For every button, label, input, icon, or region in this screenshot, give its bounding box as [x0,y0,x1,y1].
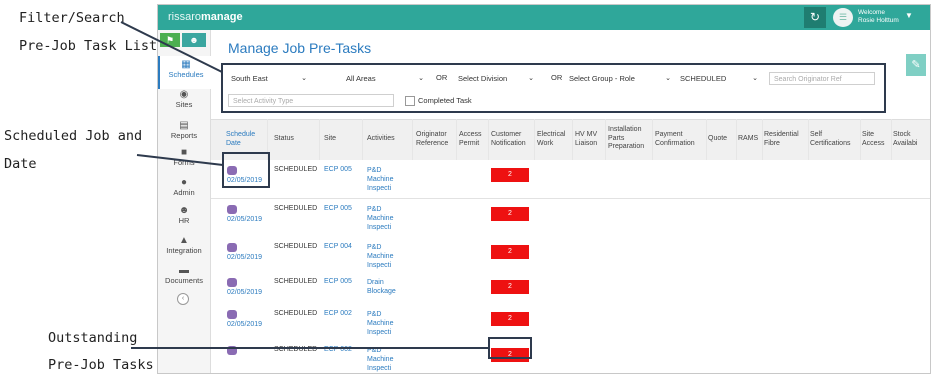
filter-leader-line [120,21,223,73]
annotation-leader-lines [120,21,489,349]
scheduled-leader-line [136,154,224,166]
